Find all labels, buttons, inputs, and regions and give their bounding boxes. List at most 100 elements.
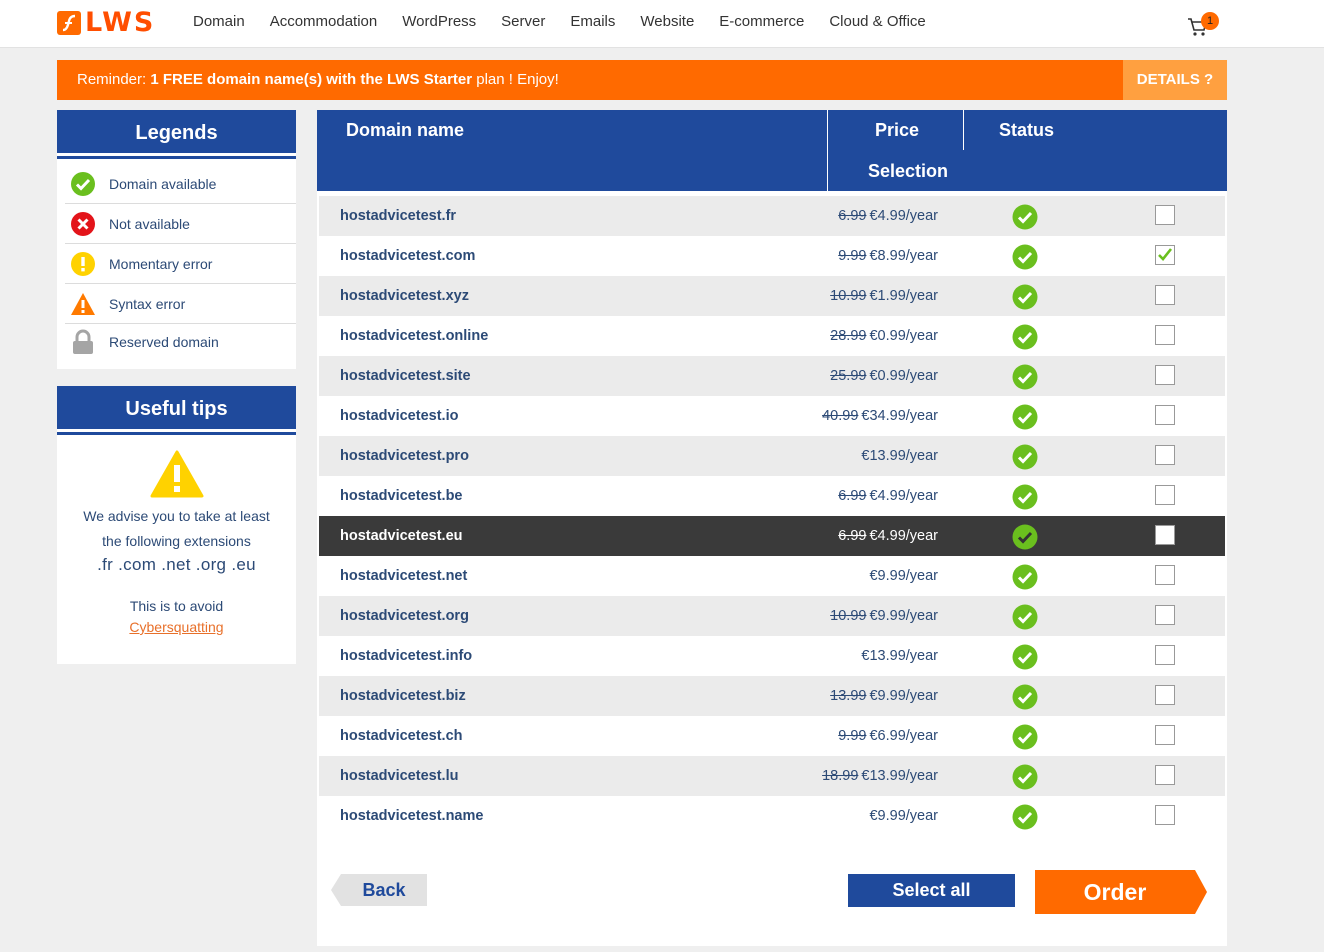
table-row[interactable]: hostadvicetest.eu 6.99 €4.99/year — [319, 516, 1225, 556]
selection-checkbox[interactable] — [1155, 245, 1175, 265]
x-circle-icon — [68, 209, 98, 239]
table-row[interactable]: hostadvicetest.lu 18.99 €13.99/year — [319, 756, 1225, 796]
reminder-highlight: 1 FREE domain name(s) with the LWS Start… — [150, 71, 473, 88]
table-row[interactable]: hostadvicetest.org 10.99 €9.99/year — [319, 596, 1225, 636]
legend-item-syntax-error: Syntax error — [65, 284, 296, 324]
domain-name[interactable]: hostadvicetest.biz — [340, 676, 466, 716]
selection-checkbox[interactable] — [1155, 525, 1175, 545]
table-row[interactable]: hostadvicetest.be 6.99 €4.99/year — [319, 476, 1225, 516]
domain-price: 6.99 €4.99/year — [838, 516, 938, 556]
nav-item-emails[interactable]: Emails — [570, 13, 615, 30]
selection-checkbox[interactable] — [1155, 325, 1175, 345]
current-price: €13.99/year — [861, 768, 938, 784]
check-circle-icon — [1012, 804, 1038, 830]
selection-checkbox[interactable] — [1155, 765, 1175, 785]
useful-tips-title: Useful tips — [57, 386, 296, 432]
reminder-banner: Reminder: 1 FREE domain name(s) with the… — [57, 60, 1123, 100]
nav-item-wordpress[interactable]: WordPress — [402, 13, 476, 30]
domain-name[interactable]: hostadvicetest.be — [340, 476, 463, 516]
back-button-arrow[interactable] — [331, 874, 341, 906]
domain-name[interactable]: hostadvicetest.site — [340, 356, 471, 396]
domain-name[interactable]: hostadvicetest.xyz — [340, 276, 469, 316]
domain-price: 10.99 €1.99/year — [830, 276, 938, 316]
current-price: €9.99/year — [869, 608, 938, 624]
domain-name[interactable]: hostadvicetest.org — [340, 596, 469, 636]
order-button-arrow[interactable] — [1195, 870, 1207, 914]
table-row[interactable]: hostadvicetest.biz 13.99 €9.99/year — [319, 676, 1225, 716]
cart-button[interactable]: 1 — [1187, 12, 1221, 38]
nav-item-domain[interactable]: Domain — [193, 13, 245, 30]
domain-price: 28.99 €0.99/year — [830, 316, 938, 356]
domain-name[interactable]: hostadvicetest.pro — [340, 436, 469, 476]
nav-item-cloud-office[interactable]: Cloud & Office — [829, 13, 925, 30]
domain-name[interactable]: hostadvicetest.net — [340, 556, 467, 596]
domain-name[interactable]: hostadvicetest.fr — [340, 196, 456, 236]
check-circle-icon — [1012, 724, 1038, 750]
selection-checkbox[interactable] — [1155, 485, 1175, 505]
lock-icon — [68, 327, 98, 357]
table-row[interactable]: hostadvicetest.ch 9.99 €6.99/year — [319, 716, 1225, 756]
nav-item-accommodation[interactable]: Accommodation — [270, 13, 378, 30]
cybersquatting-link[interactable]: Cybersquatting — [67, 617, 286, 638]
selection-checkbox[interactable] — [1155, 725, 1175, 745]
selection-checkbox[interactable] — [1155, 645, 1175, 665]
selection-checkbox[interactable] — [1155, 445, 1175, 465]
legend-label: Syntax error — [109, 295, 186, 312]
reminder-prefix: Reminder: — [77, 71, 151, 88]
table-row[interactable]: hostadvicetest.com 9.99 €8.99/year — [319, 236, 1225, 276]
table-row[interactable]: hostadvicetest.info €13.99/year — [319, 636, 1225, 676]
selection-checkbox[interactable] — [1155, 565, 1175, 585]
domain-price: 13.99 €9.99/year — [830, 676, 938, 716]
domain-name[interactable]: hostadvicetest.lu — [340, 756, 458, 796]
domain-name[interactable]: hostadvicetest.eu — [340, 516, 463, 556]
check-circle-icon — [1012, 484, 1038, 510]
selection-checkbox[interactable] — [1155, 285, 1175, 305]
domain-name[interactable]: hostadvicetest.io — [340, 396, 458, 436]
domain-name[interactable]: hostadvicetest.com — [340, 236, 475, 276]
domain-price: 6.99 €4.99/year — [838, 476, 938, 516]
check-circle-icon — [1012, 324, 1038, 350]
domain-name[interactable]: hostadvicetest.info — [340, 636, 472, 676]
legend-item-momentary-error: Momentary error — [65, 244, 296, 284]
details-button[interactable]: DETAILS ? — [1123, 60, 1227, 100]
table-row[interactable]: hostadvicetest.net €9.99/year — [319, 556, 1225, 596]
domain-name[interactable]: hostadvicetest.online — [340, 316, 488, 356]
table-row[interactable]: hostadvicetest.name €9.99/year — [319, 796, 1225, 836]
header-price: Price — [875, 120, 920, 140]
legend-label: Not available — [109, 215, 190, 232]
logo-mark-icon — [57, 11, 81, 35]
table-row[interactable]: hostadvicetest.online 28.99 €0.99/year — [319, 316, 1225, 356]
current-price: €8.99/year — [869, 248, 938, 264]
legends-title: Legends — [57, 110, 296, 156]
select-all-button[interactable]: Select all — [848, 874, 1015, 907]
nav-item-website[interactable]: Website — [640, 13, 694, 30]
legend-item-available: Domain available — [65, 164, 296, 204]
selection-checkbox[interactable] — [1155, 405, 1175, 425]
table-row[interactable]: hostadvicetest.site 25.99 €0.99/year — [319, 356, 1225, 396]
old-price: 10.99 — [830, 288, 867, 304]
domain-name[interactable]: hostadvicetest.name — [340, 796, 483, 836]
order-button[interactable]: Order — [1035, 870, 1195, 914]
nav-item-ecommerce[interactable]: E-commerce — [719, 13, 804, 30]
old-price: 28.99 — [830, 328, 867, 344]
back-button[interactable]: Back — [341, 874, 427, 906]
table-row[interactable]: hostadvicetest.pro €13.99/year — [319, 436, 1225, 476]
selection-checkbox[interactable] — [1155, 205, 1175, 225]
table-row[interactable]: hostadvicetest.xyz 10.99 €1.99/year — [319, 276, 1225, 316]
selection-checkbox[interactable] — [1155, 605, 1175, 625]
selection-checkbox[interactable] — [1155, 685, 1175, 705]
selection-checkbox[interactable] — [1155, 365, 1175, 385]
current-price: €6.99/year — [869, 728, 938, 744]
lws-logo[interactable]: LWS — [57, 9, 155, 37]
table-row[interactable]: hostadvicetest.io 40.99 €34.99/year — [319, 396, 1225, 436]
old-price: 6.99 — [838, 488, 867, 504]
domain-name[interactable]: hostadvicetest.ch — [340, 716, 463, 756]
nav-item-server[interactable]: Server — [501, 13, 545, 30]
check-circle-icon — [1012, 364, 1038, 390]
current-price: €1.99/year — [869, 288, 938, 304]
selection-checkbox[interactable] — [1155, 805, 1175, 825]
legend-item-reserved: Reserved domain — [65, 324, 296, 360]
domain-price: 40.99 €34.99/year — [822, 396, 938, 436]
table-row[interactable]: hostadvicetest.fr 6.99 €4.99/year — [319, 196, 1225, 236]
warning-triangle-icon — [150, 450, 203, 498]
